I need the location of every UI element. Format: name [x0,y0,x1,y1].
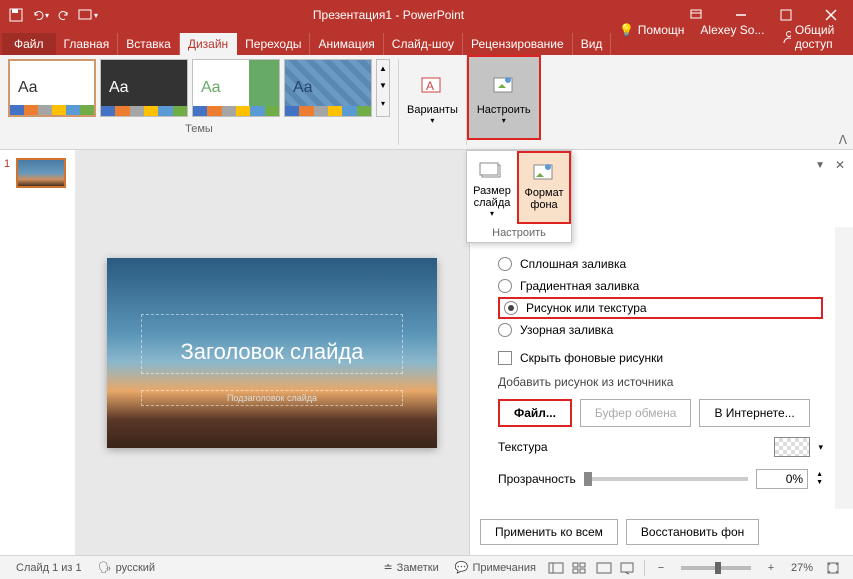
popup-group-label: Настроить [467,224,571,242]
user-account[interactable]: Alexey So... [692,19,772,55]
theme-scroll-down[interactable]: ▼ [377,81,389,98]
slideshow-view-button[interactable] [616,558,640,578]
reading-view-button[interactable] [592,558,616,578]
transparency-up[interactable]: ▲ [816,471,823,479]
customize-dropdown: Размер слайда▾ Формат фона Настроить [466,150,572,243]
pane-close-button[interactable]: ✕ [835,158,845,172]
slideshow-start-button[interactable]: ▾ [76,3,100,27]
slide-thumbnail-panel: 1 [0,150,75,555]
customize-icon [488,70,520,102]
customize-button[interactable]: Настроить ▾ [467,55,541,140]
variants-button[interactable]: A Варианты ▾ [399,55,466,140]
texture-picker[interactable] [774,437,810,457]
zoom-slider[interactable] [681,566,751,570]
share-button[interactable]: Общий доступ [772,19,853,55]
slide-thumbnail-1[interactable] [16,158,66,188]
themes-group-label: Темы [8,123,390,135]
tab-slideshow[interactable]: Слайд-шоу [384,33,463,55]
tab-home[interactable]: Главная [56,33,119,55]
help-button[interactable]: 💡 Помощн [611,19,692,55]
comments-button[interactable]: 💬 Примечания [447,561,544,574]
tab-design[interactable]: Дизайн [180,33,237,55]
radio-solid-fill[interactable]: Сплошная заливка [498,253,823,275]
sorter-view-button[interactable] [568,558,592,578]
clipboard-button: Буфер обмена [580,399,692,427]
zoom-out-button[interactable]: − [649,558,673,578]
undo-button[interactable]: ▾ [28,3,52,27]
slide-editor-area[interactable]: Заголовок слайда Подзаголовок слайда [75,150,469,555]
reset-background-button[interactable]: Восстановить фон [626,519,759,545]
title-placeholder[interactable]: Заголовок слайда [141,314,403,374]
thumbnail-number: 1 [4,158,14,188]
format-background-icon [530,159,558,187]
transparency-label: Прозрачность [498,472,576,486]
theme-gallery-expand[interactable]: ▾ [377,99,389,116]
tab-insert[interactable]: Вставка [118,33,180,55]
radio-gradient-fill[interactable]: Градиентная заливка [498,275,823,297]
language-button[interactable]: 🗣 русский [90,561,163,574]
redo-button[interactable] [52,3,76,27]
theme-3[interactable]: Aa [192,59,280,117]
pane-options-button[interactable]: ▼ [815,160,825,171]
texture-label: Текстура [498,440,766,454]
slide-size-button[interactable]: Размер слайда▾ [467,151,517,224]
add-from-label: Добавить рисунок из источника [482,369,823,395]
tab-view[interactable]: Вид [573,33,612,55]
fit-to-window-button[interactable] [821,558,845,578]
window-title: Презентация1 - PowerPoint [104,8,673,22]
svg-text:A: A [426,79,434,93]
file-button[interactable]: Файл... [498,399,572,427]
slide-counter[interactable]: Слайд 1 из 1 [8,562,90,574]
save-button[interactable] [4,3,28,27]
theme-4[interactable]: Aa [284,59,372,117]
theme-scroll-up[interactable]: ▲ [377,60,389,81]
transparency-value[interactable]: 0% [756,469,808,489]
radio-pattern-fill[interactable]: Узорная заливка [498,319,823,341]
ribbon-collapse-button[interactable]: ᐱ [839,133,847,147]
slide-canvas[interactable]: Заголовок слайда Подзаголовок слайда [107,258,437,448]
theme-2[interactable]: Aa [100,59,188,117]
tab-animations[interactable]: Анимация [310,33,383,55]
checkbox-hide-bg[interactable]: Скрыть фоновые рисунки [482,347,823,369]
slide-size-icon [478,157,506,185]
radio-picture-fill[interactable]: Рисунок или текстура [498,297,823,319]
normal-view-button[interactable] [544,558,568,578]
tab-file[interactable]: Файл [2,33,56,55]
subtitle-placeholder[interactable]: Подзаголовок слайда [141,390,403,406]
theme-office[interactable]: Aa [8,59,96,117]
online-button[interactable]: В Интернете... [699,399,809,427]
format-background-button[interactable]: Формат фона [517,151,571,224]
transparency-down[interactable]: ▼ [816,479,823,487]
tab-transitions[interactable]: Переходы [237,33,310,55]
pane-scrollbar[interactable] [836,227,852,387]
zoom-level[interactable]: 27% [783,562,821,574]
notes-button[interactable]: ≐ Заметки [375,561,446,574]
apply-all-button[interactable]: Применить ко всем [480,519,618,545]
tab-review[interactable]: Рецензирование [463,33,573,55]
variants-icon: A [416,70,448,102]
transparency-slider[interactable] [584,477,748,481]
zoom-in-button[interactable]: + [759,558,783,578]
